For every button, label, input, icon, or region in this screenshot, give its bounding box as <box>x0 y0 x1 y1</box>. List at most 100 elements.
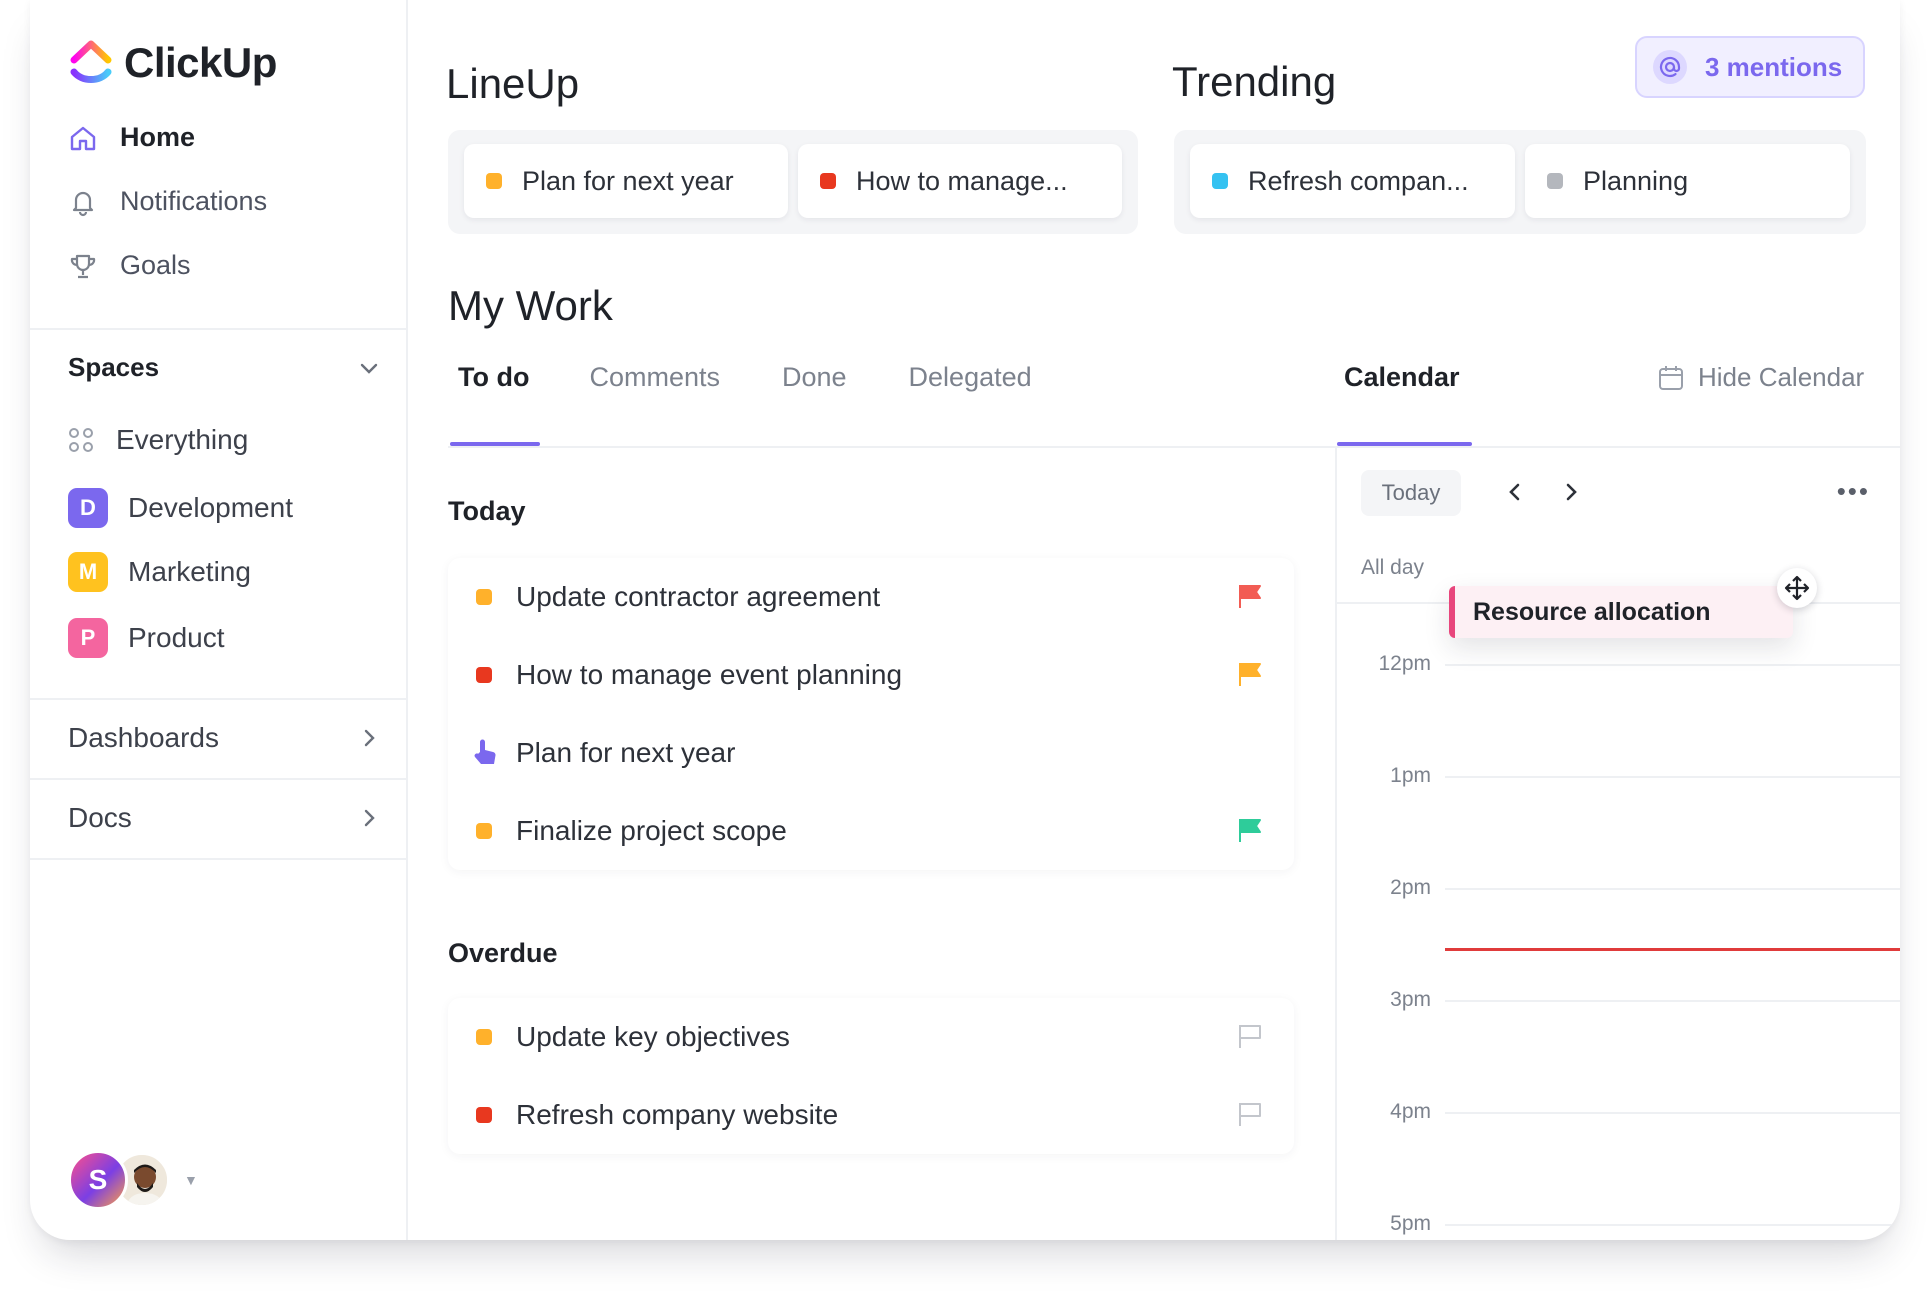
lineup-tray: Plan for next year How to manage... <box>448 130 1138 234</box>
drag-hand-icon[interactable] <box>472 738 498 768</box>
hour-label: 5pm <box>1390 1212 1431 1235</box>
chevron-right-icon[interactable] <box>1553 474 1589 510</box>
calendar-icon <box>1659 365 1683 390</box>
task-title: Update key objectives <box>516 1021 790 1052</box>
hour-gridline <box>1445 1224 1900 1226</box>
status-dot[interactable] <box>476 1107 492 1123</box>
hour-gridline <box>1445 888 1900 890</box>
flag-icon[interactable] <box>1236 816 1264 844</box>
space-label: Marketing <box>128 556 251 587</box>
sidebar: ClickUp Home Notifications Goals Spaces … <box>30 0 408 1240</box>
tab-delegated[interactable]: Delegated <box>909 362 1032 393</box>
calendar-panel: Today ••• All day 12pm 1pm 2pm 3pm 4pm 5… <box>1335 446 1900 1240</box>
hour-label: 4pm <box>1390 1100 1431 1123</box>
chevron-down-icon[interactable] <box>358 357 380 379</box>
all-day-label: All day <box>1361 556 1425 579</box>
tab-calendar[interactable]: Calendar <box>1344 362 1460 393</box>
mentions-label: 3 mentions <box>1705 51 1843 82</box>
status-dot <box>1212 173 1228 189</box>
bell-icon <box>72 191 94 216</box>
space-marketing[interactable]: M Marketing <box>68 552 251 592</box>
mentions-button[interactable]: 3 mentions <box>1635 36 1865 98</box>
sidebar-divider <box>30 778 408 780</box>
hour-label: 12pm <box>1378 652 1431 675</box>
lineup-chip[interactable]: Plan for next year <box>464 144 788 218</box>
trophy-icon <box>70 254 96 278</box>
nav-home-label: Home <box>120 122 196 152</box>
tab-todo[interactable]: To do <box>458 362 529 393</box>
chip-label: Refresh compan... <box>1248 165 1469 196</box>
avatar: S <box>68 1150 128 1210</box>
status-dot[interactable] <box>476 667 492 683</box>
mywork-tabs: To do Comments Done Delegated <box>458 362 1032 393</box>
spaces-title: Spaces <box>68 352 160 382</box>
task-row[interactable]: How to manage event planning <box>448 636 1294 714</box>
hour-label: 3pm <box>1390 988 1431 1011</box>
chevron-right-icon <box>364 809 375 827</box>
lineup-chip[interactable]: How to manage... <box>798 144 1122 218</box>
today-button[interactable]: Today <box>1361 470 1461 516</box>
flag-outline-icon[interactable] <box>1236 1022 1264 1050</box>
task-row[interactable]: Finalize project scope <box>448 792 1294 870</box>
clickup-logo[interactable]: ClickUp <box>68 38 277 88</box>
hour-gridline <box>1445 776 1900 778</box>
task-title: How to manage event planning <box>516 659 903 690</box>
space-everything[interactable]: Everything <box>68 424 248 456</box>
task-row[interactable]: Plan for next year <box>448 714 1294 792</box>
space-development[interactable]: D Development <box>68 488 293 528</box>
space-badge: M <box>68 552 108 592</box>
flag-outline-icon[interactable] <box>1236 1100 1264 1128</box>
sidebar-divider <box>30 328 408 330</box>
hide-calendar-label: Hide Calendar <box>1698 362 1865 392</box>
tab-comments[interactable]: Comments <box>589 362 720 393</box>
nav-goals-label: Goals <box>120 250 191 280</box>
flag-icon[interactable] <box>1236 660 1264 688</box>
trending-chip[interactable]: Planning <box>1525 144 1850 218</box>
current-time-indicator <box>1445 948 1900 951</box>
section-docs[interactable]: Docs <box>68 802 380 834</box>
clickup-logo-icon <box>70 40 112 83</box>
space-label: Product <box>128 622 225 653</box>
hour-label: 2pm <box>1390 876 1431 899</box>
space-label: Development <box>128 492 293 523</box>
hide-calendar-button[interactable]: Hide Calendar <box>1656 362 1864 393</box>
section-dashboards[interactable]: Dashboards <box>68 722 380 754</box>
sidebar-divider <box>30 698 408 700</box>
tab-divider <box>448 446 1338 448</box>
chevron-left-icon[interactable] <box>1497 474 1533 510</box>
calendar-tabs: Calendar <box>1344 362 1460 393</box>
status-dot <box>820 173 836 189</box>
app-window: ClickUp Home Notifications Goals Spaces … <box>30 0 1900 1240</box>
flag-icon[interactable] <box>1236 582 1264 610</box>
nav-home[interactable]: Home <box>68 122 195 153</box>
nav-goals[interactable]: Goals <box>68 250 191 281</box>
space-badge: D <box>68 488 108 528</box>
user-menu[interactable]: S ▼ <box>68 1150 198 1210</box>
move-icon[interactable] <box>1777 568 1817 608</box>
hour-gridline <box>1445 1112 1900 1114</box>
space-product[interactable]: P Product <box>68 618 225 658</box>
calendar-event[interactable]: Resource allocation <box>1449 586 1793 638</box>
task-title: Update contractor agreement <box>516 581 881 612</box>
event-title: Resource allocation <box>1473 597 1711 626</box>
group-title-today: Today <box>448 496 526 526</box>
spaces-header[interactable]: Spaces <box>68 352 380 383</box>
tab-done[interactable]: Done <box>782 362 847 393</box>
status-dot[interactable] <box>476 589 492 605</box>
sidebar-divider <box>30 858 408 860</box>
nav-notifications[interactable]: Notifications <box>68 186 267 217</box>
status-dot[interactable] <box>476 1029 492 1045</box>
hour-label: 1pm <box>1390 764 1431 787</box>
caret-down-icon[interactable]: ▼ <box>184 1172 198 1188</box>
more-options-icon[interactable]: ••• <box>1837 476 1870 507</box>
chip-label: Planning <box>1583 165 1689 196</box>
section-dashboards-label: Dashboards <box>68 722 219 753</box>
task-row[interactable]: Update contractor agreement <box>448 558 1294 636</box>
status-dot[interactable] <box>476 823 492 839</box>
trending-chip[interactable]: Refresh compan... <box>1190 144 1515 218</box>
trending-title: Trending <box>1172 58 1337 105</box>
task-row[interactable]: Update key objectives <box>448 998 1294 1076</box>
group-title-overdue: Overdue <box>448 938 558 968</box>
space-badge: P <box>68 618 108 658</box>
task-row[interactable]: Refresh company website <box>448 1076 1294 1154</box>
